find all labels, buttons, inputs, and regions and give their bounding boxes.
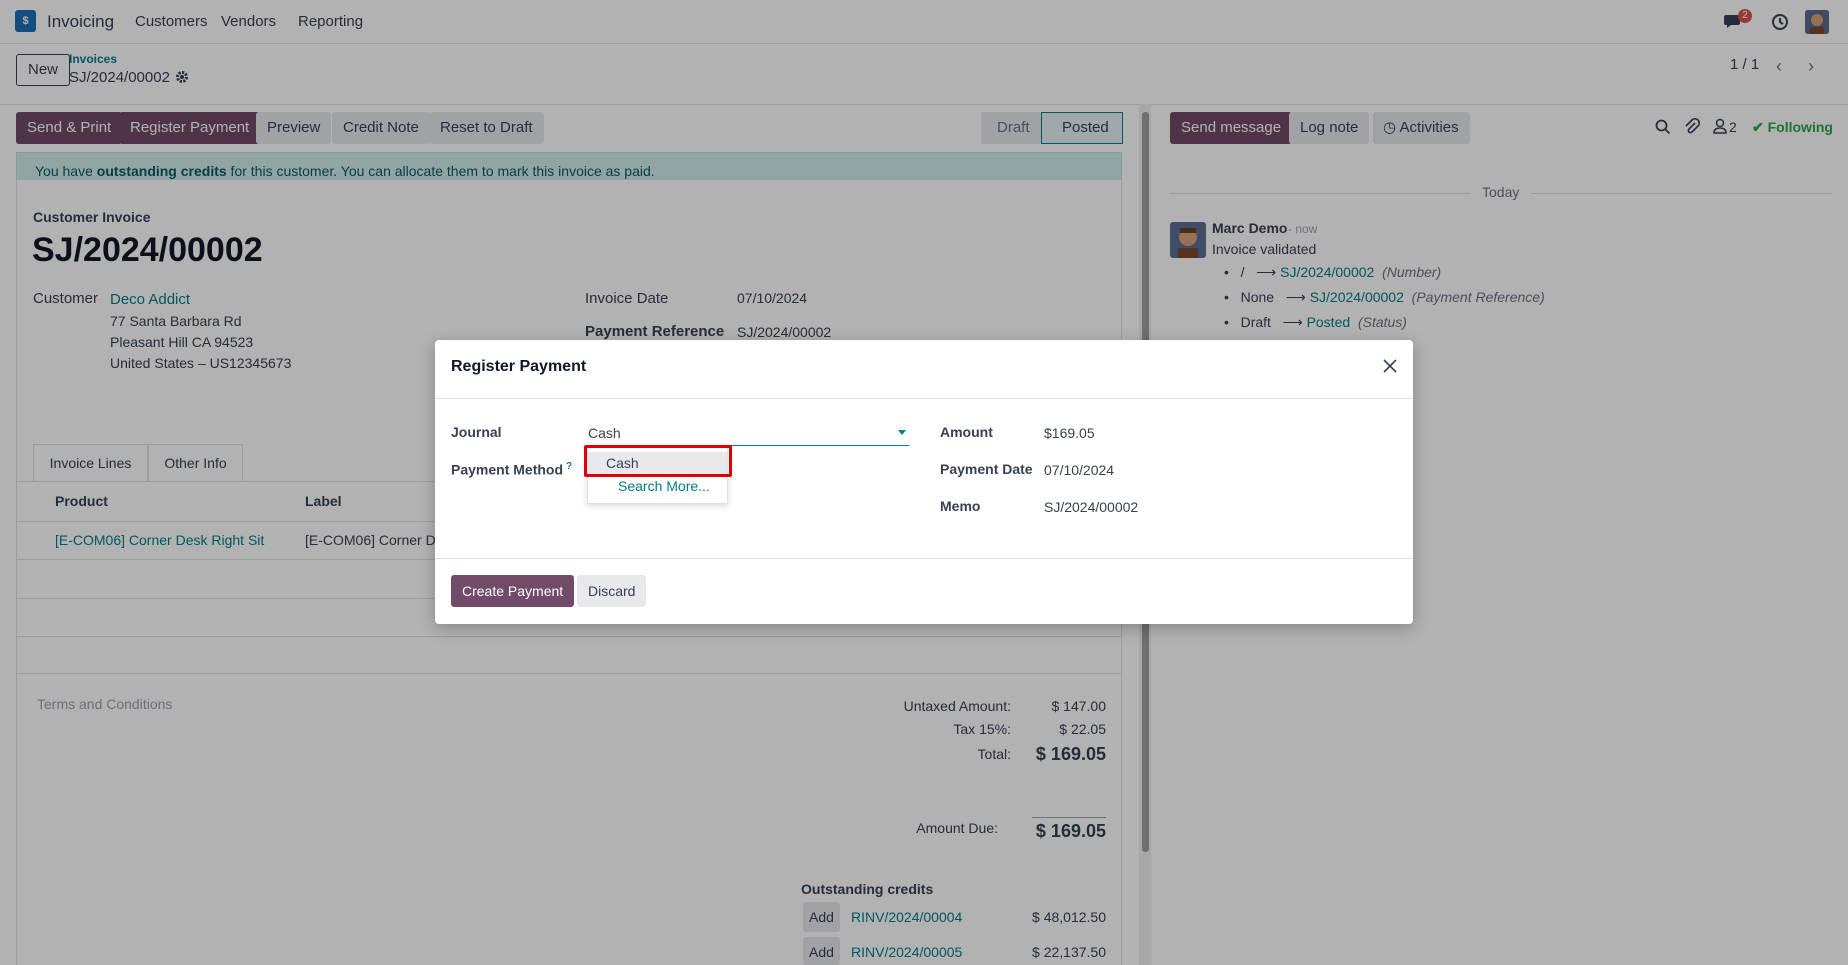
payment-date-label: Payment Date [940, 461, 1033, 477]
payment-method-label-text: Payment Method [451, 461, 564, 478]
memo-label: Memo [940, 498, 981, 514]
close-icon[interactable] [1382, 358, 1398, 374]
help-tooltip-icon[interactable]: ? [566, 461, 572, 472]
amount-label: Amount [940, 424, 993, 440]
journal-input[interactable]: Cash [587, 421, 909, 446]
create-payment-button[interactable]: Create Payment [451, 575, 575, 607]
register-payment-dialog: Register Payment Journal Cash Payment Me… [435, 340, 1413, 624]
discard-button[interactable]: Discard [577, 575, 647, 607]
journal-value: Cash [588, 425, 621, 441]
dialog-footer-divider [435, 558, 1413, 559]
chevron-down-icon[interactable] [898, 430, 906, 435]
payment-method-label: Payment Method? [451, 461, 572, 478]
search-more-link[interactable]: Search More... [618, 478, 710, 494]
amount-value[interactable]: $169.05 [1044, 425, 1095, 441]
dialog-title: Register Payment [451, 358, 587, 375]
payment-date-value[interactable]: 07/10/2024 [1044, 462, 1114, 478]
journal-label: Journal [451, 424, 502, 440]
memo-value[interactable]: SJ/2024/00002 [1044, 499, 1138, 515]
dialog-header-divider [435, 398, 1413, 399]
highlight-box [584, 445, 732, 477]
